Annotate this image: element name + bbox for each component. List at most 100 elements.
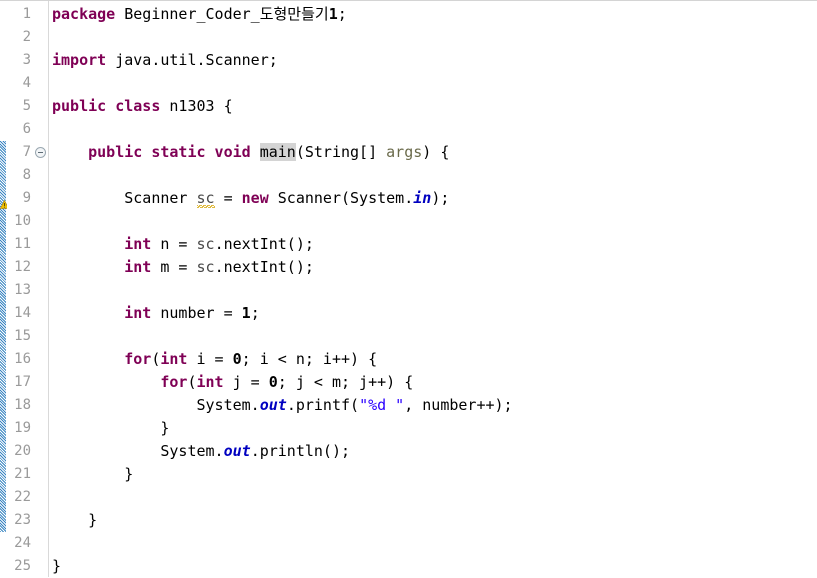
- marker-ruler[interactable]: [0, 1, 10, 577]
- code-line[interactable]: }: [52, 417, 817, 440]
- code-token: public static void: [88, 143, 251, 161]
- code-token: ; j < m; j++) {: [277, 373, 414, 391]
- code-token: (: [187, 373, 197, 391]
- code-line[interactable]: [52, 118, 817, 141]
- code-token: .printf(: [286, 396, 360, 414]
- line-number: 22: [14, 489, 31, 505]
- fold-slot: [34, 95, 48, 118]
- collapse-minus-icon[interactable]: [35, 147, 46, 158]
- line-number: 21: [14, 466, 31, 482]
- code-line[interactable]: }: [52, 555, 817, 577]
- line-number: 14: [14, 305, 31, 321]
- code-line[interactable]: System.out.println();: [52, 440, 817, 463]
- code-line[interactable]: [52, 210, 817, 233]
- code-token: 1: [328, 5, 338, 23]
- fold-slot: [34, 302, 48, 325]
- line-number: 25: [14, 558, 31, 574]
- code-line[interactable]: [52, 486, 817, 509]
- code-line[interactable]: System.out.printf("%d ", number++);: [52, 394, 817, 417]
- line-number: 11: [14, 236, 31, 252]
- code-line[interactable]: for(int j = 0; j < m; j++) {: [52, 371, 817, 394]
- fold-slot: [34, 26, 48, 49]
- code-line[interactable]: import java.util.Scanner;: [52, 49, 817, 72]
- code-line[interactable]: [52, 72, 817, 95]
- fold-slot: [34, 279, 48, 302]
- code-token: sc: [196, 235, 215, 253]
- line-number: 3: [22, 52, 31, 68]
- code-token: int: [124, 304, 152, 322]
- code-line[interactable]: public class n1303 {: [52, 95, 817, 118]
- code-token: j =: [223, 373, 269, 391]
- code-token: main: [259, 143, 296, 161]
- code-token: int: [124, 235, 152, 253]
- fold-slot: [34, 532, 48, 555]
- code-token: , number++);: [404, 396, 513, 414]
- code-token: m =: [151, 258, 197, 276]
- line-number: 6: [22, 121, 31, 137]
- code-line[interactable]: Scanner sc = new Scanner(System.in);: [52, 187, 817, 210]
- fold-slot: [34, 233, 48, 256]
- code-token: n =: [151, 235, 197, 253]
- fold-slot: [34, 371, 48, 394]
- code-token: in: [413, 189, 432, 207]
- code-line[interactable]: }: [52, 463, 817, 486]
- code-token: sc: [196, 258, 215, 276]
- code-token: import: [52, 51, 107, 69]
- code-token: =: [214, 189, 242, 207]
- line-number: 4: [22, 75, 31, 91]
- fold-slot: [34, 509, 48, 532]
- fold-slot: [34, 3, 48, 26]
- code-token: ;: [337, 5, 347, 23]
- fold-slot: [34, 555, 48, 578]
- code-token: }: [52, 465, 134, 483]
- code-line[interactable]: [52, 26, 817, 49]
- code-line[interactable]: for(int i = 0; i < n; i++) {: [52, 348, 817, 371]
- code-token: Scanner(System.: [268, 189, 414, 207]
- code-token: sc: [196, 189, 215, 208]
- code-line[interactable]: [52, 164, 817, 187]
- code-line[interactable]: public static void main(String[] args) {: [52, 141, 817, 164]
- line-number: 2: [22, 29, 31, 45]
- code-text-area[interactable]: package Beginner_Coder_도형만들기1; import ja…: [49, 1, 817, 577]
- folding-ruler[interactable]: [34, 1, 49, 577]
- line-number: 9: [22, 190, 31, 206]
- code-line[interactable]: [52, 279, 817, 302]
- code-line[interactable]: int number = 1;: [52, 302, 817, 325]
- code-token: n1303 {: [160, 97, 233, 115]
- code-token: for: [124, 350, 152, 368]
- code-token: i =: [187, 350, 233, 368]
- fold-slot: [34, 325, 48, 348]
- line-number: 17: [14, 374, 31, 390]
- line-number: 1: [22, 6, 31, 22]
- java-source-editor[interactable]: 1 2 3 4 5 6 7 8 9 10 11 12 13 14 15 16 17 18 19 20 21 22 23 24 2…: [0, 0, 817, 577]
- code-token: Scanner: [52, 189, 197, 207]
- fold-slot: [34, 187, 48, 210]
- code-token: ;: [250, 304, 260, 322]
- code-line[interactable]: int n = sc.nextInt();: [52, 233, 817, 256]
- line-number: 19: [14, 420, 31, 436]
- fold-slot: [34, 440, 48, 463]
- line-number: 8: [22, 167, 31, 183]
- code-line[interactable]: [52, 532, 817, 555]
- line-number: 7: [22, 144, 31, 160]
- fold-slot[interactable]: [34, 141, 48, 164]
- code-line[interactable]: package Beginner_Coder_도형만들기1;: [52, 3, 817, 26]
- line-number: 15: [14, 328, 31, 344]
- code-token: int: [160, 350, 188, 368]
- line-number-ruler[interactable]: 1 2 3 4 5 6 7 8 9 10 11 12 13 14 15 16 17 18 19 20 21 22 23 24 2…: [7, 1, 34, 577]
- fold-slot: [34, 394, 48, 417]
- code-line[interactable]: }: [52, 509, 817, 532]
- code-token: java.util.Scanner;: [106, 51, 278, 69]
- code-line[interactable]: int m = sc.nextInt();: [52, 256, 817, 279]
- code-line[interactable]: [52, 325, 817, 348]
- code-token: Beginner_Coder_도형만들기: [124, 5, 329, 23]
- code-token: }: [52, 557, 62, 575]
- code-token: "%d ": [359, 396, 405, 414]
- code-token: public class: [52, 97, 161, 115]
- code-token: .nextInt();: [214, 235, 314, 253]
